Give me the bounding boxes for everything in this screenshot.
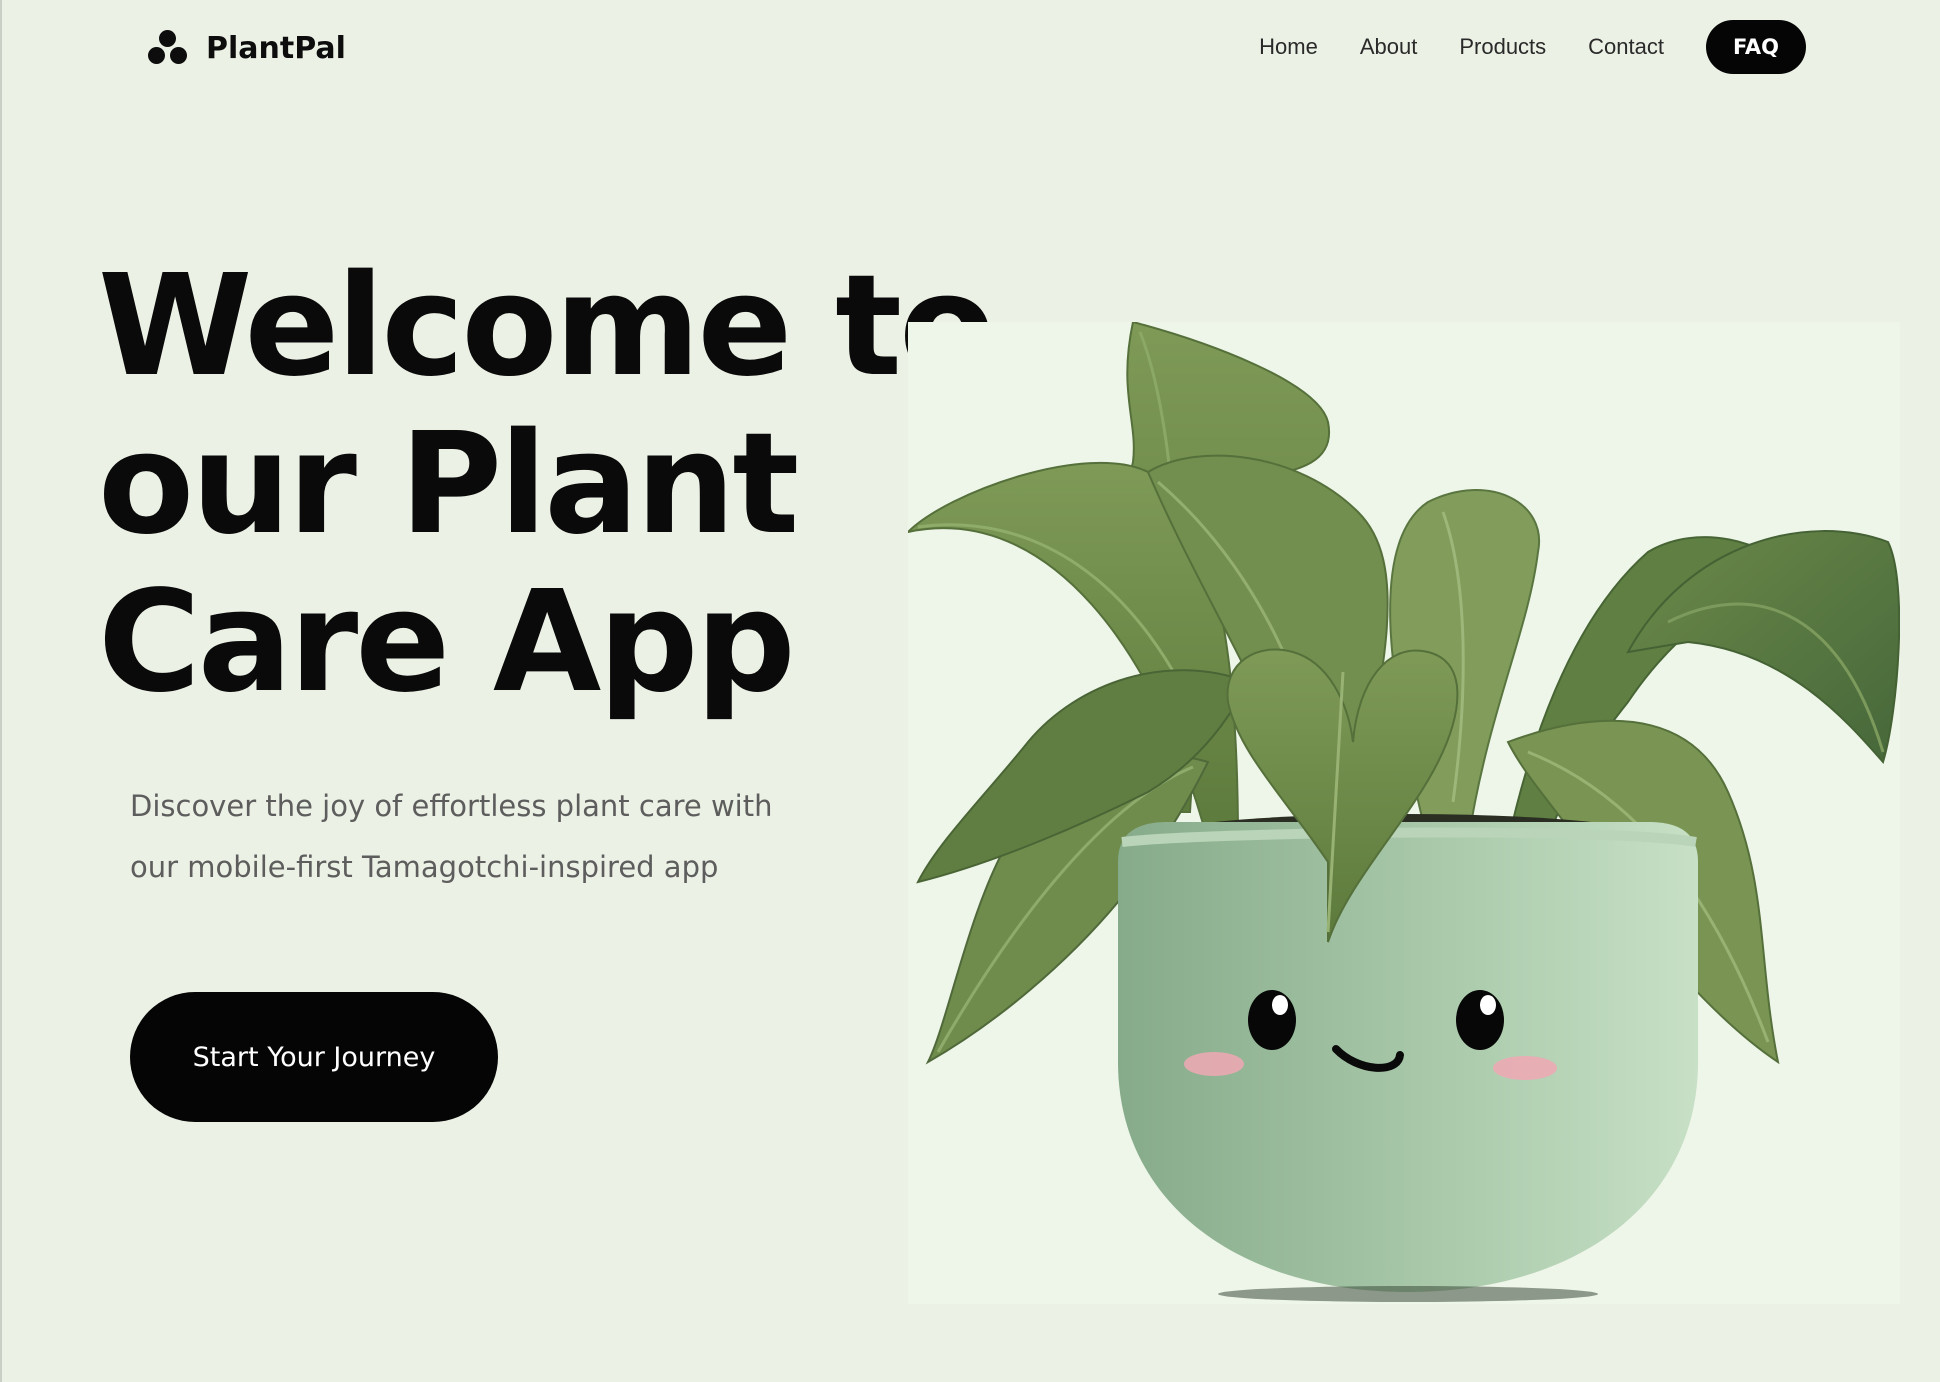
smiling-potted-plant-icon xyxy=(908,322,1900,1302)
start-journey-button[interactable]: Start Your Journey xyxy=(130,992,498,1122)
brand-logo[interactable]: PlantPal xyxy=(148,28,346,68)
faq-button[interactable]: FAQ xyxy=(1706,20,1806,74)
hero-title-line: our Plant xyxy=(98,403,799,566)
hero-title-line: Welcome to xyxy=(98,245,995,408)
three-dots-logo-icon xyxy=(148,30,188,66)
hero-subtitle: Discover the joy of effortless plant car… xyxy=(130,776,830,898)
hero-title-line: Care App xyxy=(98,561,796,724)
page-left-border xyxy=(0,0,2,1382)
brand-name: PlantPal xyxy=(206,30,346,66)
hero-subtitle-line: our mobile-first Tamagotchi-inspired app xyxy=(130,850,719,884)
nav-link-contact[interactable]: Contact xyxy=(1588,34,1664,60)
nav-link-products[interactable]: Products xyxy=(1459,34,1546,60)
top-navigation: PlantPal Home About Products Contact FAQ xyxy=(0,0,1940,96)
nav-link-home[interactable]: Home xyxy=(1259,34,1318,60)
hero-title: Welcome to our Plant Care App xyxy=(98,248,998,722)
nav-links: Home About Products Contact FAQ xyxy=(1217,20,1806,74)
nav-link-about[interactable]: About xyxy=(1360,34,1418,60)
hero-subtitle-line: Discover the joy of effortless plant car… xyxy=(130,789,773,823)
plant-illustration xyxy=(908,322,1900,1304)
